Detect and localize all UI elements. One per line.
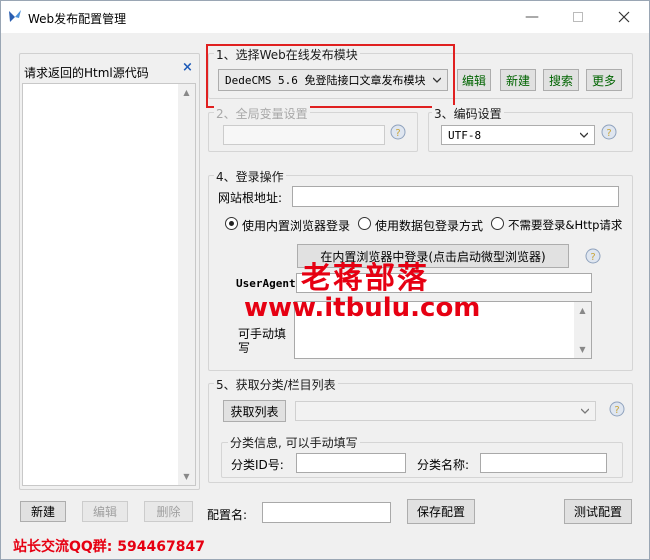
category-id-input[interactable] (296, 453, 406, 473)
scroll-up-arrow-icon[interactable]: ▲ (178, 84, 195, 101)
radio-packet-login-label[interactable]: 使用数据包登录方式 (375, 217, 483, 234)
site-root-input[interactable] (292, 186, 619, 207)
html-source-scrollbar[interactable]: ▲ ▼ (178, 84, 195, 485)
category-info-legend: 分类信息, 可以手动填写 (228, 434, 360, 451)
maximize-button[interactable] (555, 1, 601, 33)
chevron-down-icon (580, 132, 588, 138)
radio-builtin-browser[interactable] (225, 217, 238, 230)
app-logo-icon (9, 10, 21, 22)
cookie-label-line3: 写 (238, 341, 251, 355)
global-vars-input (223, 125, 385, 145)
html-source-close-icon[interactable]: × (182, 60, 193, 75)
category-list-dropdown (295, 401, 596, 421)
title-bar: Web发布配置管理 — (1, 1, 649, 33)
section-global-vars-legend: 2、全局变量设置 (214, 105, 310, 122)
scroll-up-arrow-icon[interactable]: ▲ (574, 302, 591, 319)
radio-packet-login[interactable] (358, 217, 371, 230)
scroll-down-arrow-icon[interactable]: ▼ (178, 468, 195, 485)
close-icon (618, 11, 630, 23)
site-root-label: 网站根地址: (218, 191, 283, 205)
html-source-title: 请求返回的Html源代码 (24, 66, 149, 80)
help-question-icon[interactable]: ? (601, 124, 617, 140)
help-question-icon[interactable]: ? (585, 248, 601, 264)
new-module-button[interactable]: 新建 (500, 69, 536, 91)
radio-no-login-label[interactable]: 不需要登录&Http请求 (508, 217, 622, 233)
window-title: Web发布配置管理 (28, 12, 127, 26)
search-module-button[interactable]: 搜索 (543, 69, 579, 91)
svg-text:?: ? (606, 128, 611, 139)
more-module-button[interactable]: 更多 (586, 69, 622, 91)
category-name-label: 分类名称: (417, 458, 470, 472)
encoding-dropdown[interactable]: UTF-8 (441, 125, 595, 145)
window-close-button[interactable] (601, 1, 647, 33)
chevron-down-icon (581, 408, 589, 414)
category-id-label: 分类ID号: (231, 458, 284, 472)
svg-text:?: ? (395, 128, 400, 139)
edit-module-button[interactable]: 编辑 (457, 69, 491, 91)
watermark-footer: 站长交流QQ群: 594467847 (13, 539, 205, 555)
useragent-label: UserAgent (236, 277, 296, 290)
maximize-icon (573, 12, 583, 22)
help-question-icon[interactable]: ? (609, 401, 625, 417)
delete-config-button: 删除 (144, 501, 193, 522)
minimize-button[interactable]: — (509, 1, 555, 33)
get-list-button[interactable]: 获取列表 (223, 400, 286, 422)
help-question-icon[interactable]: ? (390, 124, 406, 140)
cookie-scrollbar[interactable]: ▲ ▼ (574, 302, 591, 358)
radio-no-login[interactable] (491, 217, 504, 230)
html-source-textarea[interactable]: ▲ ▼ (22, 83, 196, 486)
section-category-legend: 5、获取分类/栏目列表 (214, 376, 338, 393)
new-config-button[interactable]: 新建 (20, 501, 66, 522)
config-name-label: 配置名: (207, 508, 248, 522)
encoding-value: UTF-8 (448, 128, 482, 142)
scroll-down-arrow-icon[interactable]: ▼ (574, 341, 591, 358)
highlight-box (206, 44, 455, 108)
edit-config-button: 编辑 (82, 501, 128, 522)
svg-text:?: ? (590, 252, 595, 263)
test-config-button[interactable]: 测试配置 (564, 499, 632, 524)
app-window: Web发布配置管理 — 请求返回的Html源代码 × ▲ ▼ 1、选择Web在线… (0, 0, 650, 560)
svg-text:?: ? (614, 405, 619, 416)
config-name-input[interactable] (262, 502, 391, 523)
save-config-button[interactable]: 保存配置 (407, 499, 475, 524)
watermark-url: www.itbulu.com (244, 293, 481, 323)
watermark-title: 老蒋部落 (301, 261, 429, 296)
category-name-input[interactable] (480, 453, 607, 473)
section-encoding-legend: 3、编码设置 (432, 105, 504, 122)
section-login-legend: 4、登录操作 (214, 168, 286, 185)
radio-builtin-browser-label[interactable]: 使用内置浏览器登录 (242, 217, 350, 234)
